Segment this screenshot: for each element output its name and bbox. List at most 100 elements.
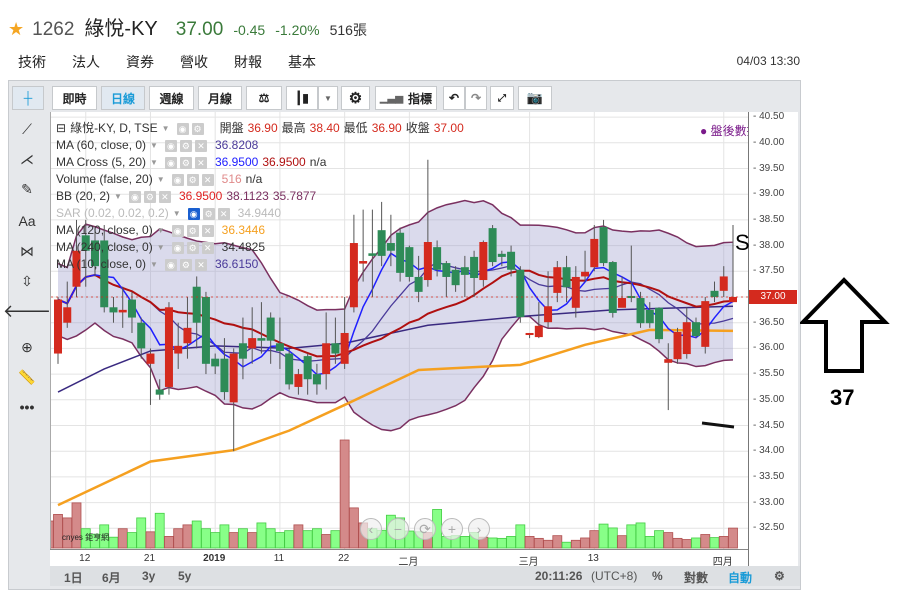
range-6m[interactable]: 6月 (102, 569, 121, 586)
gear-icon[interactable]: ⚙ (179, 156, 192, 169)
monthly-button[interactable]: 月線 (198, 86, 242, 110)
tab-institutional[interactable]: 法人 (62, 50, 110, 82)
volume-bar (728, 527, 738, 549)
chevron-down-icon[interactable]: ▼ (157, 239, 165, 256)
zoom-out-button[interactable]: − (387, 518, 409, 540)
gear-icon[interactable]: ⚙ (186, 224, 199, 237)
crosshair-tool-button[interactable]: ┼ (12, 86, 44, 110)
percent-toggle[interactable]: % (652, 569, 663, 583)
volume-bar (709, 537, 720, 549)
tab-financials[interactable]: 財報 (224, 50, 272, 82)
close-icon[interactable]: ✕ (201, 173, 214, 186)
close-icon[interactable]: ✕ (201, 241, 214, 254)
eye-icon[interactable]: ◉ (171, 241, 184, 254)
chevron-down-icon[interactable]: ▼ (173, 205, 181, 222)
gear-icon[interactable]: ⚙ (186, 173, 199, 186)
chevron-down-icon[interactable]: ▼ (150, 154, 158, 171)
more-icon[interactable]: ••• (9, 394, 45, 420)
candle-body (248, 338, 257, 349)
screenshot-button[interactable]: 📷 (518, 86, 552, 110)
compare-button[interactable]: ⚖ (246, 86, 282, 110)
gear-icon[interactable]: ⚙ (202, 207, 215, 220)
auto-toggle[interactable]: 自動 (728, 569, 752, 586)
price-axis[interactable]: - 40.50 - 40.00 - 39.50 - 39.00 - 38.50 - 38.… (748, 111, 798, 566)
eye-icon[interactable]: ◉ (171, 173, 184, 186)
eye-icon[interactable]: ◉ (128, 190, 141, 203)
favorite-star-icon[interactable]: ★ (8, 19, 24, 40)
indicator-name: MA (120, close, 0) (56, 223, 153, 237)
close-icon[interactable]: ✕ (194, 139, 207, 152)
collapse-icon[interactable]: ⊟ (56, 120, 66, 137)
range-3y[interactable]: 3y (142, 569, 155, 583)
settings-button[interactable]: ⚙ (341, 86, 370, 110)
log-toggle[interactable]: 對數 (684, 569, 708, 586)
ruler-icon[interactable]: 📏 (9, 364, 45, 390)
tab-basic[interactable]: 基本 (278, 50, 326, 82)
fullscreen-button[interactable]: ⤢ (490, 86, 514, 110)
gear-icon[interactable]: ⚙ (143, 190, 156, 203)
arrow-left-icon[interactable]: 🡐 (3, 298, 51, 324)
chevron-down-icon[interactable]: ▼ (157, 171, 165, 188)
candle-body (322, 343, 331, 375)
trend-line-icon[interactable]: ⟋ (9, 116, 45, 142)
chart-type-dropdown[interactable]: ▼ (318, 86, 338, 110)
bar-chart-icon: ▁▃▅ (379, 92, 404, 104)
pitchfork-icon[interactable]: ⋌ (9, 146, 45, 172)
weekly-button[interactable]: 週線 (149, 86, 194, 110)
eye-icon[interactable]: ◉ (171, 224, 184, 237)
volume-bar (293, 524, 304, 549)
text-tool-icon[interactable]: Aa (9, 208, 45, 234)
zoom-icon[interactable]: ⊕ (9, 334, 45, 360)
gear-icon[interactable]: ⚙ (774, 569, 785, 583)
open-value: 36.90 (247, 121, 278, 135)
tab-revenue[interactable]: 營收 (170, 50, 218, 82)
measure-icon[interactable]: ⇳ (9, 268, 45, 294)
gear-icon[interactable]: ⚙ (179, 258, 192, 271)
y-tick-label: - 40.50 (753, 111, 785, 123)
eye-icon[interactable]: ◉ (164, 139, 177, 152)
scroll-left-button[interactable]: ‹ (360, 518, 382, 540)
scroll-right-button[interactable]: › (468, 518, 490, 540)
gear-icon[interactable]: ⚙ (191, 122, 204, 135)
gear-icon[interactable]: ⚙ (186, 241, 199, 254)
undo-icon: ↶ (448, 91, 460, 105)
y-tick-label: - 40.00 (753, 136, 785, 148)
candle-body (331, 343, 340, 354)
daily-button[interactable]: 日線 (101, 86, 145, 110)
close-icon[interactable]: ✕ (194, 156, 207, 169)
close-icon[interactable]: ✕ (201, 224, 214, 237)
eye-icon[interactable]: ◉ (164, 258, 177, 271)
zoom-in-button[interactable]: + (441, 518, 463, 540)
chevron-down-icon[interactable]: ▼ (150, 256, 158, 273)
range-1d[interactable]: 1日 (64, 569, 83, 586)
chevron-down-icon[interactable]: ▼ (114, 188, 122, 205)
eye-icon[interactable]: ◉ (164, 156, 177, 169)
pattern-icon[interactable]: ⋈ (9, 238, 45, 264)
close-icon[interactable]: ✕ (217, 207, 230, 220)
brush-icon[interactable]: ✎ (9, 176, 45, 202)
realtime-button[interactable]: 即時 (52, 86, 97, 110)
close-icon[interactable]: ✕ (158, 190, 171, 203)
timezone[interactable]: (UTC+8) (591, 569, 637, 583)
chart-type-button[interactable]: ┃▮ (286, 86, 318, 110)
chevron-down-icon[interactable]: ▼ (157, 222, 165, 239)
indicators-button[interactable]: ▁▃▅ 指標 (375, 86, 437, 110)
eye-icon[interactable]: ◉ (176, 122, 189, 135)
eye-icon[interactable]: ◉ (187, 207, 200, 220)
gear-icon[interactable]: ⚙ (179, 139, 192, 152)
redo-button[interactable]: ↷ (465, 86, 487, 110)
volume-bar (164, 536, 174, 549)
chevron-down-icon[interactable]: ▼ (162, 120, 170, 137)
time-axis[interactable]: 12 21 2019 11 22 二月 三月 13 四月 (50, 549, 748, 568)
candle-body (701, 301, 710, 347)
tab-technical[interactable]: 技術 (8, 50, 56, 82)
undo-button[interactable]: ↶ (443, 86, 465, 110)
tab-margin[interactable]: 資券 (116, 50, 164, 82)
candle-body (340, 332, 349, 364)
close-icon[interactable]: ✕ (194, 258, 207, 271)
chevron-down-icon[interactable]: ▼ (150, 137, 158, 154)
reset-button[interactable]: ⟳ (414, 518, 436, 540)
candle-body (719, 276, 728, 291)
range-5y[interactable]: 5y (178, 569, 191, 583)
indicator-value: n/a (245, 172, 263, 186)
